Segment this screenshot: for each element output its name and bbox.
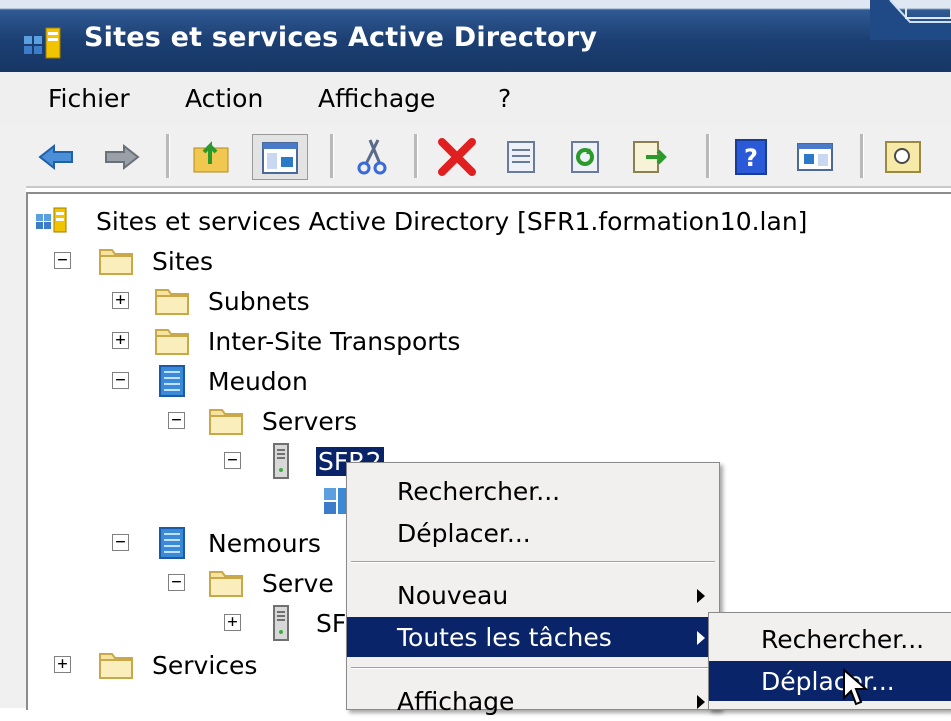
collapse-toggle[interactable]: − — [112, 534, 129, 551]
window-frame-corner — [870, 0, 951, 40]
tree-node-sites[interactable]: − Sites — [34, 242, 434, 282]
forward-arrow-icon[interactable] — [98, 134, 144, 180]
svg-text:?: ? — [744, 144, 758, 172]
toolbar-separator — [706, 134, 710, 178]
expand-toggle[interactable]: + — [112, 332, 129, 349]
tree-label-subnets: Subnets — [208, 287, 310, 316]
submenu-item-rechercher[interactable]: Rechercher... — [709, 619, 951, 659]
menu-fichier[interactable]: Fichier — [48, 84, 130, 113]
context-menu: Rechercher... Déplacer... Nouveau Toutes… — [346, 462, 720, 716]
export-list-icon[interactable] — [626, 134, 672, 180]
menu-bar: Fichier Action Affichage ? — [0, 72, 951, 127]
tree-label-nemours-servers: Serve — [262, 569, 334, 598]
ad-sites-icon — [36, 207, 67, 233]
cut-icon[interactable] — [350, 134, 396, 180]
menu-item-nouveau[interactable]: Nouveau — [347, 575, 719, 615]
collapse-toggle[interactable]: − — [168, 574, 185, 591]
left-border-strip — [0, 186, 26, 708]
find-icon[interactable] — [880, 134, 926, 180]
tree-label-root: Sites et services Active Directory [SFR1… — [96, 207, 808, 236]
collapse-toggle[interactable]: − — [224, 452, 241, 469]
toolbar-separator — [414, 134, 418, 178]
tree-node-ntds-settings[interactable] — [34, 482, 350, 522]
toolbar: ? — [0, 126, 951, 188]
menu-separator — [351, 667, 715, 669]
collapse-toggle[interactable]: − — [54, 252, 71, 269]
submenu-arrow-icon — [697, 631, 705, 645]
menu-affichage[interactable]: Affichage — [318, 84, 435, 113]
submenu-arrow-icon — [697, 695, 705, 709]
back-arrow-icon[interactable] — [34, 134, 80, 180]
refresh-icon[interactable] — [562, 134, 608, 180]
action-pane-icon[interactable] — [792, 134, 838, 180]
menu-item-rechercher[interactable]: Rechercher... — [347, 471, 719, 511]
menu-help[interactable]: ? — [498, 84, 511, 113]
delete-icon[interactable] — [434, 134, 480, 180]
collapse-toggle[interactable]: − — [112, 372, 129, 389]
menu-action[interactable]: Action — [185, 84, 263, 113]
tree-label-meudon-servers: Servers — [262, 407, 358, 436]
collapse-toggle[interactable]: − — [168, 412, 185, 429]
expand-toggle[interactable]: + — [112, 292, 129, 309]
menu-item-deplacer[interactable]: Déplacer... — [347, 513, 719, 553]
site-building-icon — [159, 365, 185, 397]
server-icon — [273, 443, 289, 479]
submenu-toutes-les-taches: Rechercher... Déplacer... — [708, 612, 951, 710]
server-icon — [273, 605, 289, 641]
toolbar-separator — [860, 134, 864, 178]
up-folder-icon[interactable] — [188, 134, 234, 180]
folder-icon — [209, 571, 243, 597]
tree-node-inter-site-transports[interactable]: + Inter-Site Transports — [34, 322, 534, 362]
tree-label-inter-site: Inter-Site Transports — [208, 327, 461, 356]
submenu-item-deplacer[interactable]: Déplacer... — [709, 661, 951, 701]
submenu-arrow-icon — [697, 589, 705, 603]
expand-toggle[interactable]: + — [54, 656, 71, 673]
tree-label-nemours: Nemours — [208, 529, 321, 558]
tree-node-root[interactable]: Sites et services Active Directory [SFR1… — [34, 202, 934, 242]
mouse-cursor-icon — [843, 668, 869, 706]
help-icon[interactable]: ? — [728, 134, 774, 180]
folder-icon — [155, 329, 189, 355]
title-bar: Sites et services Active Directory — [0, 0, 951, 72]
show-hide-tree-icon[interactable] — [252, 134, 308, 180]
folder-icon — [99, 653, 133, 679]
menu-item-affichage[interactable]: Affichage — [347, 681, 719, 721]
tree-label-sites: Sites — [152, 247, 214, 276]
folder-icon — [99, 249, 133, 275]
folder-icon — [155, 289, 189, 315]
tree-node-meudon[interactable]: − Meudon — [34, 362, 434, 402]
properties-icon[interactable] — [498, 134, 544, 180]
site-building-icon — [159, 527, 185, 559]
window-title: Sites et services Active Directory — [84, 22, 598, 53]
toolbar-separator — [330, 134, 334, 178]
tree-label-meudon: Meudon — [208, 367, 308, 396]
tree-label-services: Services — [152, 651, 258, 680]
expand-toggle[interactable]: + — [224, 614, 241, 631]
ad-sites-icon — [24, 27, 61, 59]
toolbar-separator — [166, 134, 170, 178]
folder-icon — [209, 409, 243, 435]
tree-node-subnets[interactable]: + Subnets — [34, 282, 434, 322]
menu-separator — [351, 561, 715, 563]
tree-node-meudon-servers[interactable]: − Servers — [34, 402, 434, 442]
menu-item-toutes-les-taches[interactable]: Toutes les tâches — [347, 617, 719, 657]
tree-label-nemours-server: SF — [316, 609, 347, 638]
